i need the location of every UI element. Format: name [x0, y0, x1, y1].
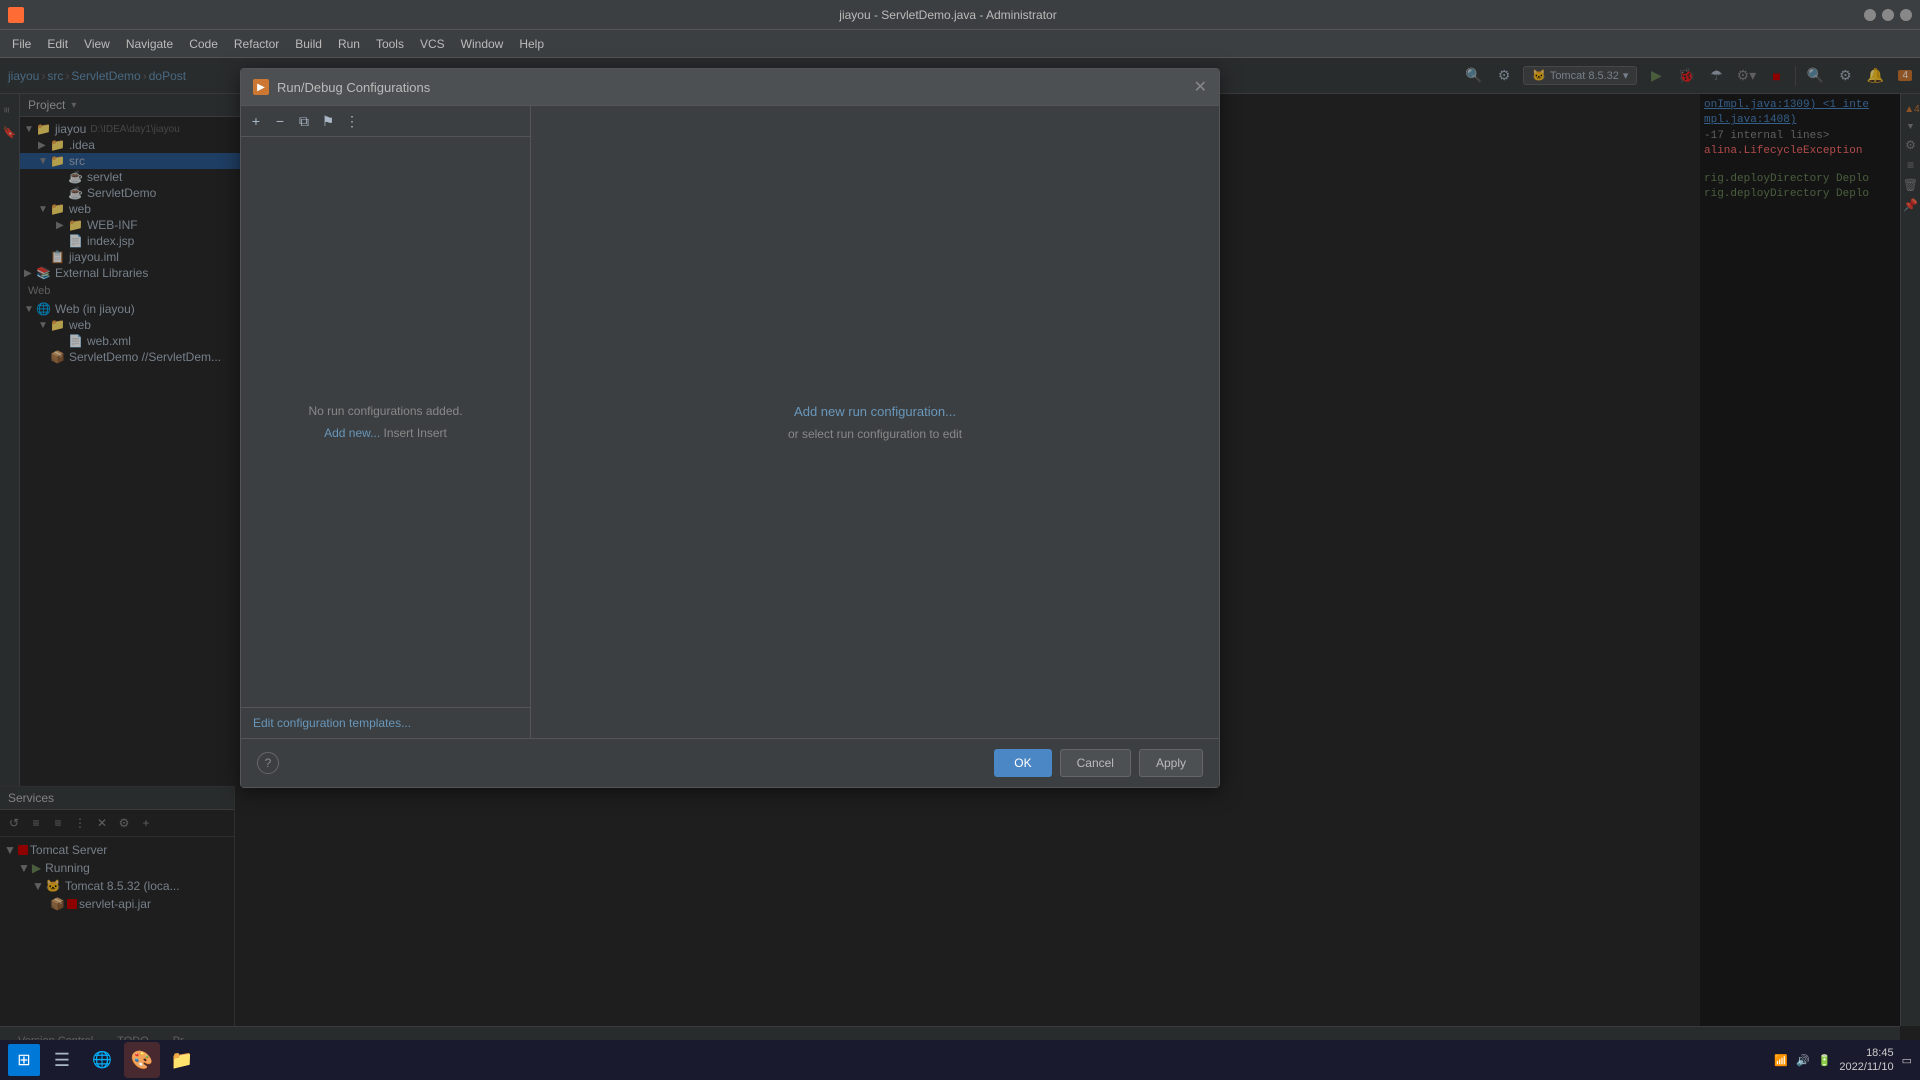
- app-logo: [8, 7, 24, 23]
- run-debug-dialog: ▶ Run/Debug Configurations ✕ + − ⧉ ⚑ ⋮ N…: [240, 68, 1220, 788]
- add-config-detail-link[interactable]: Add new run configuration...: [794, 404, 956, 419]
- config-content-empty: No run configurations added. Add new... …: [241, 137, 530, 707]
- taskbar-network-icon: 📶: [1774, 1054, 1788, 1067]
- minimize-button[interactable]: [1864, 9, 1876, 21]
- menu-code[interactable]: Code: [181, 33, 226, 55]
- dialog-buttons: OK Cancel Apply: [994, 749, 1203, 777]
- window-controls: [1864, 9, 1912, 21]
- config-detail-panel: Add new run configuration... or select r…: [531, 106, 1219, 738]
- menu-file[interactable]: File: [4, 33, 39, 55]
- no-configs-text: No run configurations added.: [308, 404, 462, 418]
- taskbar-app-explorer[interactable]: ☰: [44, 1042, 80, 1078]
- taskbar: ⊞ ☰ 🌐 🎨 📁 📶 🔊 🔋 18:45 2022/11/10 ▭: [0, 1040, 1920, 1080]
- taskbar-battery-icon: 🔋: [1818, 1054, 1832, 1067]
- dialog-title: Run/Debug Configurations: [277, 80, 1194, 95]
- flag-config-button[interactable]: ⚑: [317, 110, 339, 132]
- taskbar-clock: 18:45 2022/11/10: [1839, 1046, 1893, 1075]
- add-new-hint: Insert: [384, 426, 414, 440]
- add-config-button[interactable]: +: [245, 110, 267, 132]
- dialog-title-icon: ▶: [253, 79, 269, 95]
- menu-edit[interactable]: Edit: [39, 33, 76, 55]
- remove-config-button[interactable]: −: [269, 110, 291, 132]
- config-list-panel: + − ⧉ ⚑ ⋮ No run configurations added. A…: [241, 106, 531, 738]
- dialog-body: + − ⧉ ⚑ ⋮ No run configurations added. A…: [241, 106, 1219, 738]
- menu-help[interactable]: Help: [511, 33, 552, 55]
- dialog-overlay: ▶ Run/Debug Configurations ✕ + − ⧉ ⚑ ⋮ N…: [0, 58, 1920, 1056]
- menu-navigate[interactable]: Navigate: [118, 33, 181, 55]
- menu-refactor[interactable]: Refactor: [226, 33, 287, 55]
- start-button[interactable]: ⊞: [8, 1044, 40, 1076]
- config-footer: Edit configuration templates...: [241, 707, 530, 738]
- sort-config-button[interactable]: ⋮: [341, 110, 363, 132]
- ok-button[interactable]: OK: [994, 749, 1051, 777]
- title-bar: jiayou - ServletDemo.java - Administrato…: [0, 0, 1920, 30]
- select-config-hint: or select run configuration to edit: [788, 427, 962, 441]
- dialog-titlebar: ▶ Run/Debug Configurations ✕: [241, 69, 1219, 106]
- taskbar-date-value: 2022/11/10: [1839, 1060, 1893, 1074]
- menu-tools[interactable]: Tools: [368, 33, 412, 55]
- maximize-button[interactable]: [1882, 9, 1894, 21]
- edit-templates-link[interactable]: Edit configuration templates...: [253, 716, 411, 730]
- cancel-button[interactable]: Cancel: [1060, 749, 1131, 777]
- config-toolbar: + − ⧉ ⚑ ⋮: [241, 106, 530, 137]
- taskbar-time-value: 18:45: [1839, 1046, 1893, 1060]
- dialog-close-button[interactable]: ✕: [1194, 77, 1207, 97]
- copy-config-button[interactable]: ⧉: [293, 110, 315, 132]
- menu-view[interactable]: View: [76, 33, 118, 55]
- menu-build[interactable]: Build: [287, 33, 330, 55]
- taskbar-sound-icon: 🔊: [1796, 1054, 1810, 1067]
- close-button[interactable]: [1900, 9, 1912, 21]
- menu-run[interactable]: Run: [330, 33, 368, 55]
- menu-bar: File Edit View Navigate Code Refactor Bu…: [0, 30, 1920, 58]
- taskbar-show-desktop[interactable]: ▭: [1902, 1054, 1912, 1067]
- menu-window[interactable]: Window: [453, 33, 512, 55]
- window-title: jiayou - ServletDemo.java - Administrato…: [32, 8, 1864, 22]
- taskbar-app-chrome[interactable]: 🌐: [84, 1042, 120, 1078]
- help-button[interactable]: ?: [257, 752, 279, 774]
- taskbar-app-intellij[interactable]: 🎨: [124, 1042, 160, 1078]
- taskbar-app-explorer2[interactable]: 📁: [164, 1042, 200, 1078]
- add-new-container: Add new... Insert Insert: [324, 426, 447, 440]
- apply-button[interactable]: Apply: [1139, 749, 1203, 777]
- menu-vcs[interactable]: VCS: [412, 33, 453, 55]
- dialog-footer: ? OK Cancel Apply: [241, 738, 1219, 787]
- add-new-link[interactable]: Add new...: [324, 426, 380, 440]
- insert-hint: Insert: [417, 426, 447, 440]
- taskbar-right: 📶 🔊 🔋 18:45 2022/11/10 ▭: [1774, 1046, 1912, 1075]
